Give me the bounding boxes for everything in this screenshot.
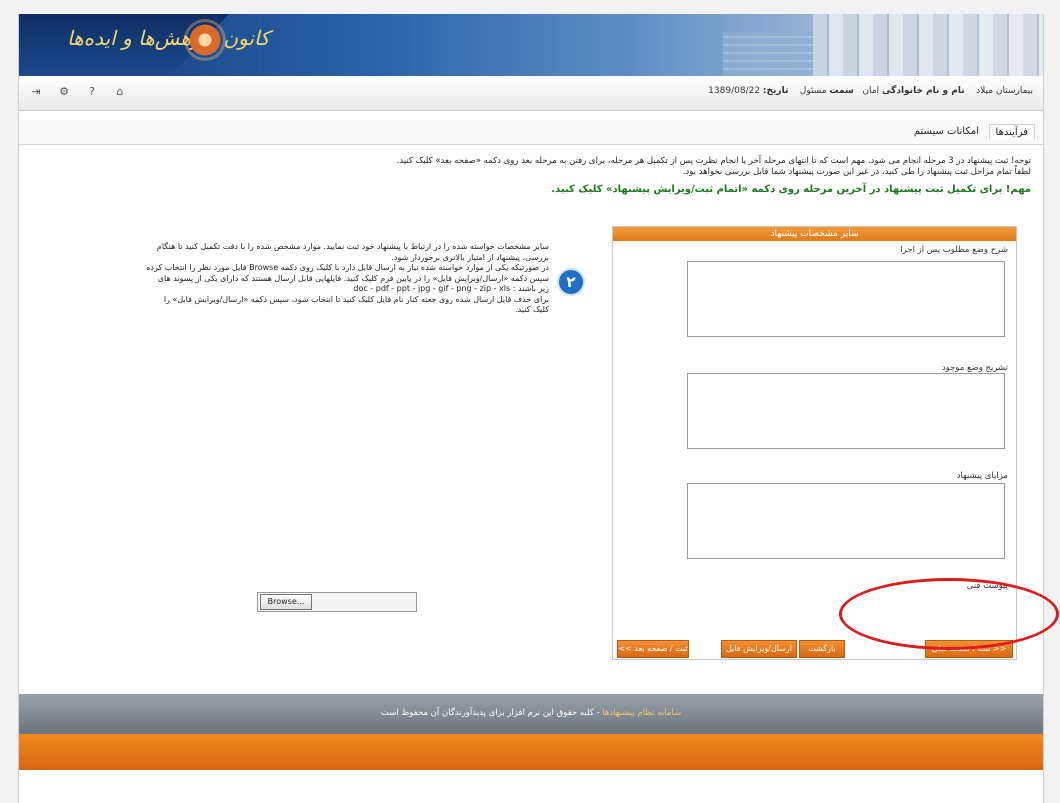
help-line-6: برای حذف فایل ارسال شده روی جعبه کنار نا… xyxy=(163,294,549,304)
toolbar-icons: ⇥ ⚙ ? ⌂ xyxy=(29,85,127,98)
footer: سامانه نظام پیشنهادها - کلیه حقوق این نر… xyxy=(19,694,1043,734)
tab-system-features[interactable]: امکانات سیستم xyxy=(908,124,985,139)
page: کانون پژوهش‌ها و ایده‌ها ⇥ ⚙ ? ⌂ بیمارست… xyxy=(18,14,1059,803)
footer-rights: - کلیه حقوق این نرم افزار برای پدیدآورند… xyxy=(380,708,603,718)
help-line-1: سایر مشخصات خواسته شده را در ارتباط با پ… xyxy=(156,242,549,251)
user-post: مسئول xyxy=(799,86,827,96)
help-line-7: کلیک کنید. xyxy=(515,305,549,314)
help-icon[interactable]: ? xyxy=(85,85,99,98)
user-name: امان xyxy=(862,86,880,96)
tab-bar: فرآیندها امکانات سیستم xyxy=(19,120,1043,145)
user-post-label: سمت xyxy=(829,86,854,96)
current-state-textarea[interactable] xyxy=(687,373,1005,449)
attachment-label: پیوست فنی xyxy=(966,581,1008,591)
date-label: تاریخ: xyxy=(762,86,789,96)
logo-seal-icon xyxy=(187,22,223,58)
upload-file-button[interactable]: ارسال/ویرایش فایل xyxy=(721,640,797,658)
help-line-4: سپس دکمه «ارسال/ویرایش فایل» را در پایین… xyxy=(157,273,549,283)
date-value: 1389/08/22 xyxy=(708,86,761,96)
note-line-1: توجه! ثبت پیشنهاد در 3 مرحله انجام می شو… xyxy=(396,156,1031,166)
back-button[interactable]: بازگشت xyxy=(799,640,845,658)
previous-page-button[interactable]: << ثبت / صفحه قبلی xyxy=(925,640,1013,658)
form-header: سایر مشخصات پیشنهاد xyxy=(613,227,1016,241)
user-name-label: نام و نام خانوادگی xyxy=(882,86,965,96)
help-line-2: بررسی، پیشنهاد از امتیاز بالاتری برخوردا… xyxy=(391,252,549,262)
suggestion-form: سایر مشخصات پیشنهاد شرح وضع مطلوب پس از … xyxy=(612,226,1017,660)
footer-brand[interactable]: سامانه نظام پیشنهادها xyxy=(602,708,681,718)
benefits-textarea[interactable] xyxy=(687,483,1005,559)
building-graphic xyxy=(723,32,813,76)
important-note: مهم! برای تکمیل ثبت پیشنهاد در آخرین مرح… xyxy=(551,184,1031,195)
home-icon[interactable]: ⌂ xyxy=(113,85,127,98)
attachment-file-input[interactable]: Browse... xyxy=(257,592,417,612)
logout-icon[interactable]: ⇥ xyxy=(29,85,43,98)
help-line-5: زیر باشند : doc - pdf - ppt - jpg - gif … xyxy=(353,284,549,293)
building-photo xyxy=(813,14,1043,76)
note-line-2: لطفاً تمام مراحل ثبت پیشنهاد را طی کنید،… xyxy=(682,167,1031,177)
help-line-3: در صورتیکه یکی از موارد خواسته شده نیاز … xyxy=(146,263,549,272)
desired-state-textarea[interactable] xyxy=(687,261,1005,337)
form-buttons: ثبت / صفحه بعد >> ارسال/ویرایش فایل بازگ… xyxy=(617,640,1013,658)
current-state-label: تشریح وضع موجود xyxy=(941,363,1008,373)
instructions-note: توجه! ثبت پیشنهاد در 3 مرحله انجام می شو… xyxy=(271,156,1031,178)
user-info-bar: ⇥ ⚙ ? ⌂ بیمارستان میلاد نام و نام خانواد… xyxy=(19,76,1043,111)
tab-processes[interactable]: فرآیندها xyxy=(988,124,1035,140)
header-banner: کانون پژوهش‌ها و ایده‌ها xyxy=(19,14,1043,76)
help-text: سایر مشخصات خواسته شده را در ارتباط با پ… xyxy=(37,242,549,316)
step-badge: ۲ xyxy=(559,270,583,294)
desired-state-label: شرح وضع مطلوب پس از اجرا xyxy=(900,245,1008,255)
settings-icon[interactable]: ⚙ xyxy=(57,85,71,98)
next-page-button[interactable]: ثبت / صفحه بعد >> xyxy=(617,640,689,658)
browse-button[interactable]: Browse... xyxy=(260,594,312,610)
benefits-label: مزایای پیشنهاد xyxy=(956,471,1008,481)
user-details: بیمارستان میلاد نام و نام خانوادگی امان … xyxy=(708,86,1033,96)
footer-copyright: سامانه نظام پیشنهادها - کلیه حقوق این نر… xyxy=(19,708,1043,718)
footer-orange-band xyxy=(19,734,1043,770)
site-logo: کانون پژوهش‌ها و ایده‌ها xyxy=(67,26,270,50)
org-name: بیمارستان میلاد xyxy=(976,86,1033,96)
